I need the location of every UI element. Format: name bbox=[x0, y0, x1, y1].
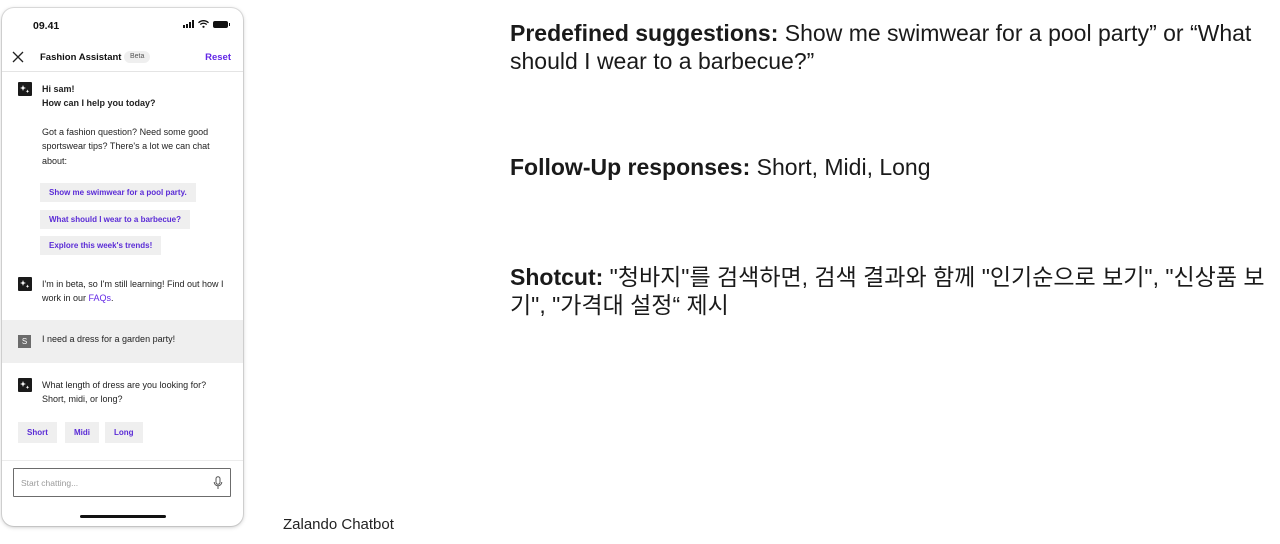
wifi-icon bbox=[198, 20, 209, 28]
header-title: Fashion Assistant bbox=[40, 52, 122, 63]
suggestion-chip-swimwear[interactable]: Show me swimwear for a pool party. bbox=[40, 183, 196, 202]
chat-input[interactable] bbox=[21, 475, 201, 491]
suggestion-chip-barbecue[interactable]: What should I wear to a barbecue? bbox=[40, 210, 191, 229]
note-predefined-suggestions: Predefined suggestions: Show me swimwear… bbox=[510, 19, 1270, 75]
bot-avatar bbox=[18, 277, 32, 291]
status-time: 09.41 bbox=[33, 20, 60, 32]
note-label: Shotcut: bbox=[510, 264, 604, 290]
follow-up-chip-long[interactable]: Long bbox=[105, 422, 143, 443]
bot-sparkle-icon bbox=[20, 85, 30, 94]
note-label: Follow-Up responses: bbox=[510, 154, 751, 180]
home-indicator bbox=[80, 515, 166, 518]
close-icon[interactable] bbox=[11, 50, 25, 64]
status-icons bbox=[183, 20, 230, 28]
status-bar: 09.41 bbox=[2, 8, 243, 42]
beta-badge: Beta bbox=[124, 51, 151, 63]
note-shortcut: Shotcut: "청바지"를 검색하면, 검색 결과와 함께 "인기순으로 보… bbox=[510, 263, 1270, 319]
app-header: Fashion Assistant Beta Reset bbox=[2, 44, 243, 72]
beta-note: I'm in beta, so I'm still learning! Find… bbox=[42, 277, 224, 306]
note-label: Predefined suggestions: bbox=[510, 20, 779, 46]
greeting-body: Got a fashion question? Need some good s… bbox=[42, 127, 210, 166]
user-message-text: I need a dress for a garden party! bbox=[42, 334, 176, 344]
bot-avatar bbox=[18, 82, 32, 96]
greeting-line2: How can I help you today? bbox=[42, 98, 156, 108]
bot-question: What length of dress are you looking for… bbox=[42, 380, 207, 405]
mic-icon[interactable] bbox=[213, 476, 223, 490]
bot-sparkle-icon bbox=[20, 280, 30, 289]
note-follow-up-responses: Follow-Up responses: Short, Midi, Long bbox=[510, 153, 1270, 181]
phone-mockup: 09.41 Fashion Assistant Beta Reset Hi sa… bbox=[2, 8, 243, 526]
reset-button[interactable]: Reset bbox=[205, 52, 231, 63]
signal-icon bbox=[183, 20, 194, 28]
note-text: "청바지"를 검색하면, 검색 결과와 함께 "인기순으로 보기", "신상품 … bbox=[510, 264, 1265, 318]
beta-note-text: I'm in beta, so I'm still learning! Find… bbox=[42, 279, 224, 304]
beta-note-end: . bbox=[111, 293, 114, 304]
user-avatar: S bbox=[18, 335, 31, 348]
faq-link[interactable]: FAQs bbox=[89, 293, 112, 303]
follow-up-chip-midi[interactable]: Midi bbox=[65, 422, 99, 443]
suggestion-chip-trends[interactable]: Explore this week's trends! bbox=[40, 236, 162, 255]
chat-input-box[interactable] bbox=[13, 468, 231, 497]
input-divider bbox=[2, 460, 243, 461]
battery-icon bbox=[213, 20, 230, 28]
follow-up-chip-short[interactable]: Short bbox=[18, 422, 57, 443]
user-message-row: S I need a dress for a garden party! bbox=[2, 320, 243, 363]
bot-sparkle-icon bbox=[20, 381, 30, 390]
caption: Zalando Chatbot bbox=[283, 516, 394, 533]
greeting-line1: Hi sam! bbox=[42, 84, 75, 94]
note-text: Short, Midi, Long bbox=[750, 154, 931, 180]
bot-avatar bbox=[18, 378, 32, 392]
